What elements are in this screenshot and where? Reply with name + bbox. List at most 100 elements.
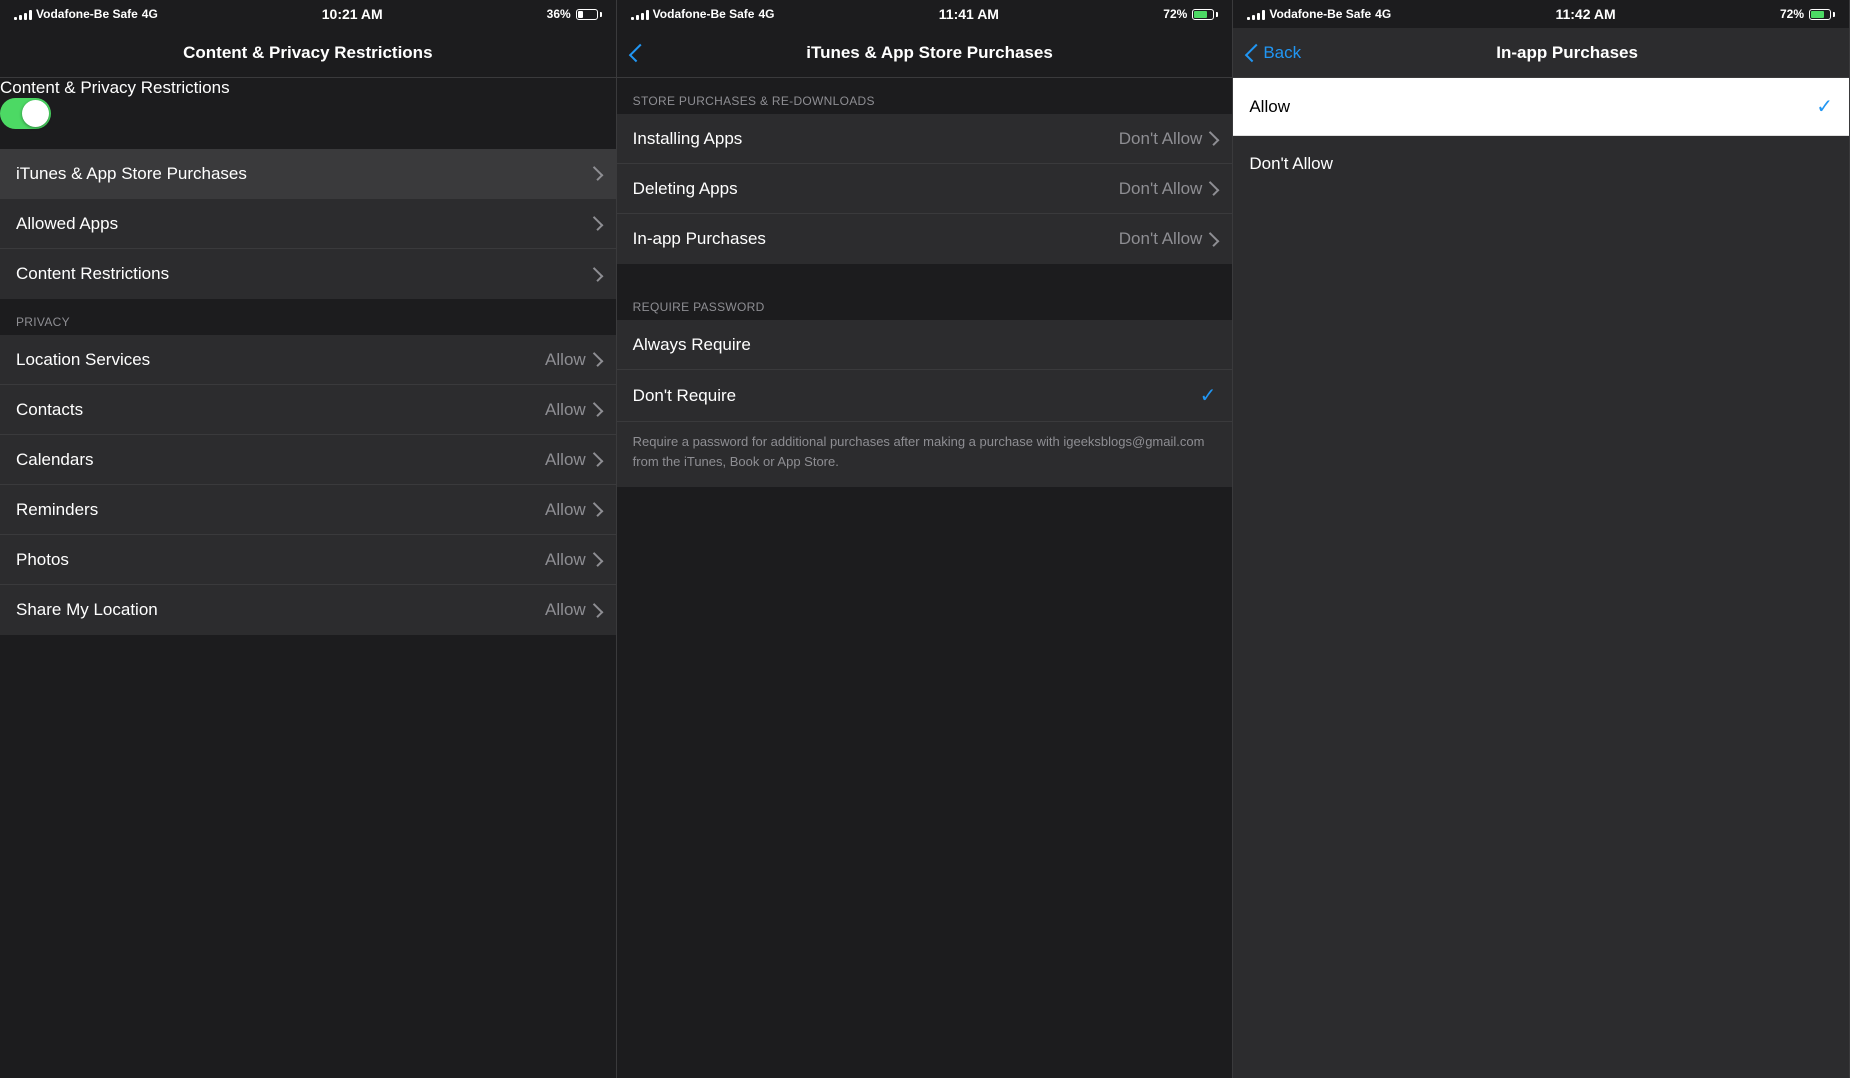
installing-apps-label: Installing Apps [633, 129, 743, 149]
reminders-value: Allow [545, 500, 586, 520]
status-bar-2: Vodafone-Be Safe 4G 11:41 AM 72% [617, 0, 1233, 28]
main-menu: iTunes & App Store Purchases Allowed App… [0, 149, 616, 299]
location-services-item[interactable]: Location Services Allow [0, 335, 616, 385]
nav-bar-3: Back In-app Purchases [1233, 28, 1849, 78]
back-label-3: Back [1263, 43, 1301, 63]
panel-content-privacy: Vodafone-Be Safe 4G 10:21 AM 36% Content… [0, 0, 617, 1078]
back-chevron-icon-3 [1245, 43, 1263, 61]
allow-option-label: Allow [1249, 97, 1290, 117]
content-restrictions-label: Content & Privacy Restrictions [0, 78, 230, 97]
chevron-right-icon [588, 502, 603, 517]
deleting-apps-item[interactable]: Deleting Apps Don't Allow [617, 164, 1233, 214]
nav-title-3: In-app Purchases [1301, 43, 1833, 63]
time-2: 11:41 AM [939, 6, 999, 22]
contacts-item[interactable]: Contacts Allow [0, 385, 616, 435]
share-my-location-label: Share My Location [16, 600, 158, 620]
reminders-item[interactable]: Reminders Allow [0, 485, 616, 535]
chevron-right-icon [588, 452, 603, 467]
carrier-3: Vodafone-Be Safe [1269, 7, 1371, 21]
battery-percent-3: 72% [1780, 7, 1804, 21]
chevron-right-icon [588, 267, 603, 282]
installing-apps-value: Don't Allow [1119, 129, 1203, 149]
battery-percent-2: 72% [1163, 7, 1187, 21]
chevron-right-icon [588, 402, 603, 417]
always-require-item[interactable]: Always Require [617, 320, 1233, 370]
chevron-right-icon [1205, 181, 1220, 196]
store-section-header: STORE PURCHASES & RE-DOWNLOADS [617, 78, 1233, 114]
dont-allow-option-label: Don't Allow [1249, 154, 1333, 174]
share-my-location-value: Allow [545, 600, 586, 620]
privacy-section-header: PRIVACY [0, 299, 616, 335]
location-services-label: Location Services [16, 350, 150, 370]
chevron-right-icon [588, 552, 603, 567]
itunes-purchases-item[interactable]: iTunes & App Store Purchases [0, 149, 616, 199]
in-app-purchases-value: Don't Allow [1119, 229, 1203, 249]
allow-option-item[interactable]: Allow ✓ [1233, 78, 1849, 136]
always-require-label: Always Require [633, 335, 751, 355]
nav-bar-2: iTunes & App Store Purchases [617, 28, 1233, 78]
require-pw-list: Always Require Don't Require ✓ Require a… [617, 320, 1233, 487]
chevron-right-icon [588, 603, 603, 618]
signal-icon-2 [631, 8, 649, 20]
deleting-apps-value: Don't Allow [1119, 179, 1203, 199]
content-restrictions-menu-label: Content Restrictions [16, 264, 169, 284]
back-button-3[interactable]: Back [1249, 43, 1301, 63]
deleting-apps-label: Deleting Apps [633, 179, 738, 199]
nav-title-1: Content & Privacy Restrictions [16, 43, 600, 63]
pw-description: Require a password for additional purcha… [617, 422, 1233, 487]
contacts-value: Allow [545, 400, 586, 420]
share-my-location-item[interactable]: Share My Location Allow [0, 585, 616, 635]
panel3-empty-content [1233, 192, 1849, 1078]
time-1: 10:21 AM [322, 6, 383, 22]
nav-title-2: iTunes & App Store Purchases [643, 43, 1217, 63]
battery-icon-3 [1809, 9, 1835, 20]
checkmark-icon: ✓ [1200, 383, 1217, 408]
in-app-purchases-item[interactable]: In-app Purchases Don't Allow [617, 214, 1233, 264]
dont-require-item[interactable]: Don't Require ✓ [617, 370, 1233, 422]
privacy-list: Location Services Allow Contacts Allow C… [0, 335, 616, 635]
dont-allow-option-item[interactable]: Don't Allow [1233, 136, 1849, 192]
contacts-label: Contacts [16, 400, 83, 420]
chevron-right-icon [588, 166, 603, 181]
calendars-item[interactable]: Calendars Allow [0, 435, 616, 485]
panel-in-app-purchases: Vodafone-Be Safe 4G 11:42 AM 72% Back In… [1233, 0, 1850, 1078]
battery-icon-1 [576, 9, 602, 20]
content-restrictions-item[interactable]: Content Restrictions [0, 249, 616, 299]
location-services-value: Allow [545, 350, 586, 370]
toggle-knob [22, 100, 49, 127]
privacy-section: PRIVACY Location Services Allow Contacts… [0, 299, 616, 1078]
chevron-right-icon [588, 352, 603, 367]
panel-itunes-purchases: Vodafone-Be Safe 4G 11:41 AM 72% iTunes … [617, 0, 1234, 1078]
reminders-label: Reminders [16, 500, 98, 520]
allow-checkmark-icon: ✓ [1816, 94, 1833, 119]
installing-apps-item[interactable]: Installing Apps Don't Allow [617, 114, 1233, 164]
nav-bar-1: Content & Privacy Restrictions [0, 28, 616, 78]
photos-item[interactable]: Photos Allow [0, 535, 616, 585]
chevron-right-icon [1205, 232, 1220, 247]
allowed-apps-item[interactable]: Allowed Apps [0, 199, 616, 249]
calendars-label: Calendars [16, 450, 94, 470]
content-restrictions-toggle-row[interactable]: Content & Privacy Restrictions [0, 78, 616, 129]
signal-icon-3 [1247, 8, 1265, 20]
chevron-right-icon [1205, 131, 1220, 146]
chevron-right-icon [588, 216, 603, 231]
itunes-purchases-label: iTunes & App Store Purchases [16, 164, 247, 184]
network-2: 4G [758, 7, 774, 21]
require-pw-header: REQUIRE PASSWORD [617, 284, 1233, 320]
allowed-apps-label: Allowed Apps [16, 214, 118, 234]
calendars-value: Allow [545, 450, 586, 470]
carrier-2: Vodafone-Be Safe [653, 7, 755, 21]
in-app-purchases-label: In-app Purchases [633, 229, 766, 249]
network-3: 4G [1375, 7, 1391, 21]
photos-value: Allow [545, 550, 586, 570]
battery-percent-1: 36% [547, 7, 571, 21]
dont-require-label: Don't Require [633, 386, 736, 406]
carrier-1: Vodafone-Be Safe [36, 7, 138, 21]
store-items-list: Installing Apps Don't Allow Deleting App… [617, 114, 1233, 264]
battery-icon-2 [1192, 9, 1218, 20]
content-restrictions-toggle[interactable] [0, 98, 51, 129]
time-3: 11:42 AM [1555, 6, 1615, 22]
photos-label: Photos [16, 550, 69, 570]
back-button-2[interactable] [633, 45, 643, 61]
network-1: 4G [142, 7, 158, 21]
